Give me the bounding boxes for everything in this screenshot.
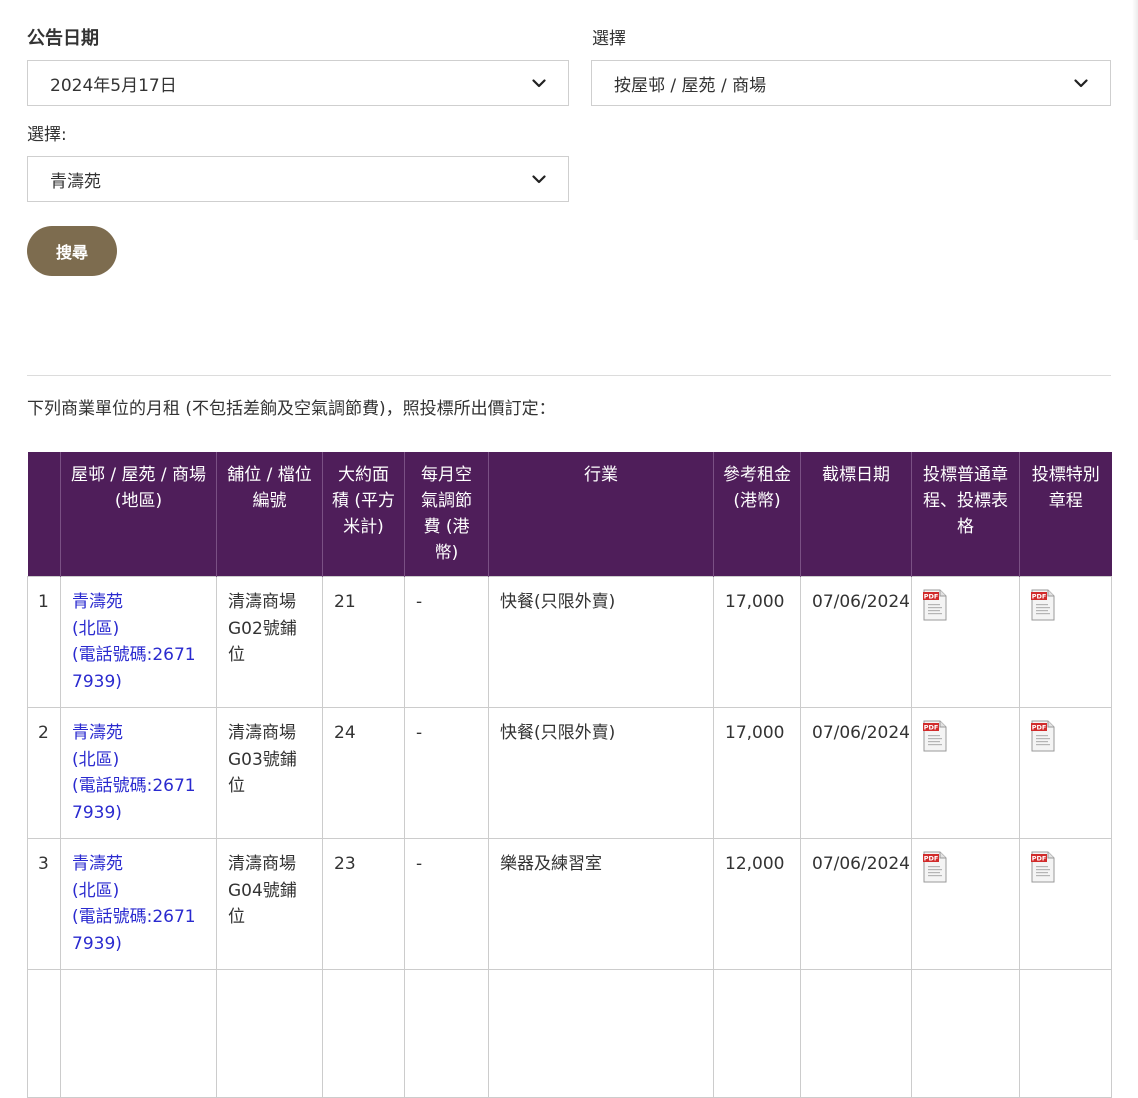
chevron-down-icon [532, 76, 546, 90]
estate-label: 選擇: [27, 125, 67, 145]
col-header-rent: 參考租金 (港幣) [713, 452, 801, 577]
table-header-row: 屋邨 / 屋苑 / 商場 (地區) 舖位 / 檔位編號 大約面積 (平方米計) … [27, 452, 1112, 577]
district-link[interactable]: (北區) [72, 616, 205, 643]
pdf-icon[interactable]: PDF [1031, 720, 1055, 752]
col-header-area: 大約面積 (平方米計) [322, 452, 405, 577]
estate-link[interactable]: 青濤苑 [72, 851, 205, 878]
phone-link[interactable]: (電話號碼:26717939) [72, 773, 205, 826]
general-conditions-cell: PDF [911, 576, 1020, 708]
row-number: 2 [27, 707, 61, 839]
search-type-value: 按屋邨 / 屋苑 / 商場 [614, 75, 767, 96]
table-row: 2 青濤苑 (北區) (電話號碼:26717939) 清濤商場G03號鋪位 24… [27, 707, 1112, 839]
trade-cell [488, 969, 714, 1098]
closing-date-cell [800, 969, 912, 1098]
pdf-icon[interactable]: PDF [923, 851, 947, 883]
trade-cell: 快餐(只限外賣) [488, 576, 714, 708]
svg-text:PDF: PDF [924, 593, 939, 601]
chevron-down-icon [1074, 76, 1088, 90]
area-cell [322, 969, 405, 1098]
search-button[interactable]: 搜尋 [27, 226, 117, 276]
col-header-ac-fee: 每月空氣調節費 (港幣) [404, 452, 489, 577]
estate-link[interactable]: 青濤苑 [72, 589, 205, 616]
rent-cell: 12,000 [713, 838, 801, 970]
chevron-down-icon [532, 172, 546, 186]
date-select-value: 2024年5月17日 [50, 75, 177, 96]
closing-date-cell: 07/06/2024 [800, 838, 912, 970]
rent-cell [713, 969, 801, 1098]
search-type-select[interactable]: 按屋邨 / 屋苑 / 商場 [591, 60, 1111, 106]
estate-link[interactable]: 青濤苑 [72, 720, 205, 747]
ac-fee-cell [404, 969, 489, 1098]
general-conditions-cell: PDF [911, 838, 1020, 970]
table-row [27, 969, 1112, 1098]
shop-cell [216, 969, 323, 1098]
rent-cell: 17,000 [713, 576, 801, 708]
svg-text:PDF: PDF [924, 855, 939, 863]
phone-link[interactable]: (電話號碼:26717939) [72, 904, 205, 957]
table-row: 3 青濤苑 (北區) (電話號碼:26717939) 清濤商場G04號鋪位 23… [27, 838, 1112, 970]
row-number [27, 969, 61, 1098]
special-conditions-cell: PDF [1019, 838, 1112, 970]
svg-text:PDF: PDF [1032, 724, 1047, 732]
col-header-index [27, 452, 61, 577]
estate-cell [60, 969, 217, 1098]
rent-note: 下列商業單位的月租 (不包括差餉及空氣調節費)，照投標所出價訂定： [27, 399, 556, 419]
col-header-general-conditions: 投標普通章程、投標表格 [911, 452, 1020, 577]
row-number: 3 [27, 838, 61, 970]
special-conditions-cell [1019, 969, 1112, 1098]
area-cell: 24 [322, 707, 405, 839]
table-row: 1 青濤苑 (北區) (電話號碼:26717939) 清濤商場G02號鋪位 21… [27, 576, 1112, 708]
type-label: 選擇 [592, 29, 626, 49]
area-cell: 23 [322, 838, 405, 970]
closing-date-cell: 07/06/2024 [800, 707, 912, 839]
district-link[interactable]: (北區) [72, 747, 205, 774]
ac-fee-cell: - [404, 838, 489, 970]
estate-select[interactable]: 青濤苑 [27, 156, 569, 202]
trade-cell: 快餐(只限外賣) [488, 707, 714, 839]
closing-date-cell: 07/06/2024 [800, 576, 912, 708]
shop-cell: 清濤商場G03號鋪位 [216, 707, 323, 839]
general-conditions-cell [911, 969, 1020, 1098]
col-header-estate: 屋邨 / 屋苑 / 商場 (地區) [60, 452, 217, 577]
svg-text:PDF: PDF [924, 724, 939, 732]
results-table: 屋邨 / 屋苑 / 商場 (地區) 舖位 / 檔位編號 大約面積 (平方米計) … [27, 452, 1112, 1098]
svg-text:PDF: PDF [1032, 593, 1047, 601]
row-number: 1 [27, 576, 61, 708]
district-link[interactable]: (北區) [72, 878, 205, 905]
estate-cell: 青濤苑 (北區) (電話號碼:26717939) [60, 707, 217, 839]
estate-cell: 青濤苑 (北區) (電話號碼:26717939) [60, 576, 217, 708]
estate-select-value: 青濤苑 [50, 171, 101, 192]
col-header-closing-date: 截標日期 [800, 452, 912, 577]
phone-link[interactable]: (電話號碼:26717939) [72, 642, 205, 695]
date-label: 公告日期 [27, 28, 99, 49]
ac-fee-cell: - [404, 707, 489, 839]
scroll-edge [1132, 0, 1138, 240]
special-conditions-cell: PDF [1019, 707, 1112, 839]
shop-cell: 清濤商場G02號鋪位 [216, 576, 323, 708]
pdf-icon[interactable]: PDF [923, 589, 947, 621]
general-conditions-cell: PDF [911, 707, 1020, 839]
date-select[interactable]: 2024年5月17日 [27, 60, 569, 106]
pdf-icon[interactable]: PDF [1031, 851, 1055, 883]
rent-cell: 17,000 [713, 707, 801, 839]
ac-fee-cell: - [404, 576, 489, 708]
svg-text:PDF: PDF [1032, 855, 1047, 863]
pdf-icon[interactable]: PDF [923, 720, 947, 752]
col-header-trade: 行業 [488, 452, 714, 577]
divider [27, 375, 1111, 376]
col-header-shop: 舖位 / 檔位編號 [216, 452, 323, 577]
pdf-icon[interactable]: PDF [1031, 589, 1055, 621]
shop-cell: 清濤商場G04號鋪位 [216, 838, 323, 970]
estate-cell: 青濤苑 (北區) (電話號碼:26717939) [60, 838, 217, 970]
area-cell: 21 [322, 576, 405, 708]
special-conditions-cell: PDF [1019, 576, 1112, 708]
trade-cell: 樂器及練習室 [488, 838, 714, 970]
col-header-special-conditions: 投標特別章程 [1019, 452, 1112, 577]
